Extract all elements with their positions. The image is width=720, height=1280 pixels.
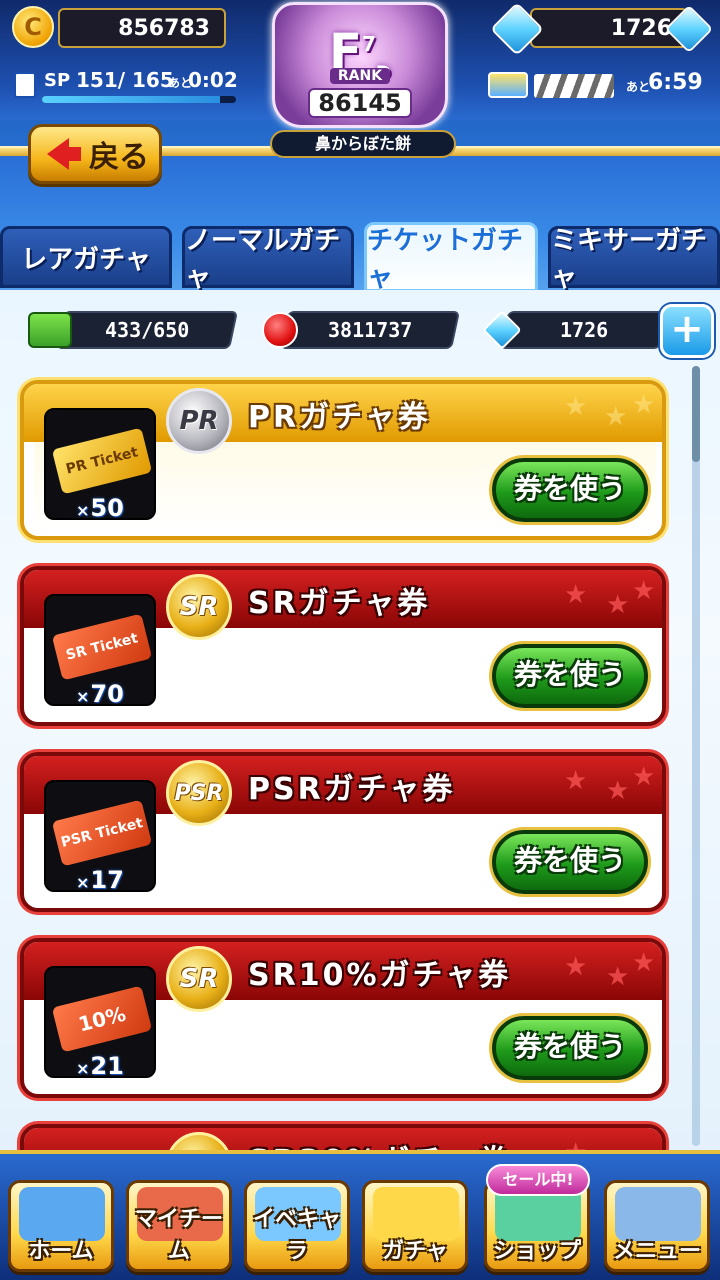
sp-card-icon	[14, 72, 36, 98]
star-icon: ★	[632, 390, 656, 420]
nav-event-character[interactable]: イベキャラ	[244, 1180, 350, 1272]
ticket-thumbnail: PSR Ticket ×17	[44, 780, 156, 894]
sp-label: SP	[44, 70, 71, 91]
tab-ticket-gacha[interactable]: チケットガチャ	[364, 222, 538, 293]
card-title: SR10%ガチャ券	[248, 958, 512, 993]
use-ticket-button[interactable]: 券を使う	[492, 644, 648, 708]
star-icon: ★	[606, 962, 630, 992]
ticket-count: ×70	[76, 680, 124, 708]
sr-rarity-badge: SR	[166, 574, 232, 640]
star-icon: ★	[604, 402, 628, 432]
star-icon: ★	[564, 952, 588, 982]
coin-icon: C	[12, 6, 54, 48]
nav-my-team[interactable]: マイチーム	[126, 1180, 232, 1272]
star-icon: ★	[564, 392, 588, 422]
star-icon: ★	[632, 762, 656, 792]
sr10-ticket-image: 10%	[51, 985, 153, 1053]
left-arrow-icon	[47, 138, 81, 170]
ticket-gauge: あと 6:59	[488, 70, 712, 102]
ticket-card-sr10: ★ ★ ★ SR SR10%ガチャ券 10% ×21 券を使う	[20, 938, 666, 1098]
ticket-count: ×50	[76, 494, 124, 522]
nav-label: イベキャラ	[252, 1207, 341, 1264]
scrollbar-track[interactable]	[692, 366, 700, 1146]
sp-progress-fill	[42, 96, 220, 103]
pr-ticket-image: PR Ticket	[51, 427, 153, 495]
star-icon: ★	[606, 590, 630, 620]
nav-label: ショップ	[492, 1239, 581, 1264]
nav-label: ホーム	[28, 1239, 94, 1264]
ticket-thumbnail: 10% ×21	[44, 966, 156, 1080]
tab-rare-gacha[interactable]: レアガチャ	[0, 226, 172, 288]
card-title: PRガチャ券	[248, 400, 431, 435]
pr-rarity-badge: PR	[166, 388, 232, 454]
plus-icon: +	[670, 306, 704, 352]
sale-badge: セール中!	[486, 1164, 590, 1196]
gem-counter[interactable]: 1726	[530, 8, 688, 48]
nav-label: ガチャ	[382, 1239, 448, 1264]
rank-label: RANK	[330, 68, 390, 84]
nav-label: マイチーム	[134, 1207, 223, 1264]
coin-counter: 856783	[58, 8, 226, 48]
card-title: SRガチャ券	[248, 586, 431, 621]
ticket-card-pr: ★ ★ ★ PR PRガチャ券 PR Ticket ×50 券を使う	[20, 380, 666, 540]
sr-rarity-badge: SR	[166, 946, 232, 1012]
sp-value: 151/ 165	[76, 68, 174, 92]
psr-rarity-badge: PSR	[166, 760, 232, 826]
nav-gacha[interactable]: ガチャ	[362, 1180, 468, 1272]
star-icon: ★	[632, 948, 656, 978]
ticket-thumbnail: PR Ticket ×50	[44, 408, 156, 522]
rank-points: 86145	[308, 88, 412, 118]
chest-counter: 433/650	[55, 311, 239, 349]
use-ticket-button[interactable]: 券を使う	[492, 1016, 648, 1080]
star-icon: ★	[564, 580, 588, 610]
star-icon: ★	[606, 776, 630, 806]
rank-sup: 7	[361, 32, 376, 56]
sp-timer: 0:02	[188, 68, 238, 92]
sp-progress-bar	[42, 96, 236, 103]
tab-normal-gacha[interactable]: ノーマルガチャ	[182, 226, 354, 293]
card-title: PSRガチャ券	[248, 772, 456, 807]
chest-icon	[28, 312, 72, 348]
back-button-label: 戻る	[89, 140, 149, 175]
ticket-timer: 6:59	[648, 70, 703, 95]
add-gems-button[interactable]: +	[660, 304, 714, 358]
ticket-icon	[488, 72, 528, 98]
ticket-card-sr: ★ ★ ★ SR SRガチャ券 SR Ticket ×70 券を使う	[20, 566, 666, 726]
back-button[interactable]: 戻る	[28, 124, 162, 184]
red-ball-counter: 3811737	[279, 311, 461, 349]
ticket-thumbnail: SR Ticket ×70	[44, 594, 156, 708]
nav-label: メニュー	[612, 1239, 701, 1264]
star-icon: ★	[632, 576, 656, 606]
player-name: 鼻からぼた餅	[270, 130, 456, 158]
scrollbar-thumb[interactable]	[692, 366, 700, 462]
ticket-gauge-bar	[534, 74, 614, 98]
star-icon: ★	[564, 766, 588, 796]
psr-ticket-image: PSR Ticket	[51, 799, 153, 867]
use-ticket-button[interactable]: 券を使う	[492, 458, 648, 522]
nav-home[interactable]: ホーム	[8, 1180, 114, 1272]
ticket-count: ×21	[76, 1052, 124, 1080]
sr-ticket-image: SR Ticket	[51, 613, 153, 681]
tab-mixer-gacha[interactable]: ミキサーガチャ	[548, 226, 720, 293]
gem-balance: 1726	[499, 311, 669, 349]
nav-menu[interactable]: メニュー	[604, 1180, 710, 1272]
ticket-remaining-label: あと	[626, 80, 651, 94]
ticket-count: ×17	[76, 866, 124, 894]
ticket-card-psr: ★ ★ ★ PSR PSRガチャ券 PSR Ticket ×17 券を使う	[20, 752, 666, 912]
red-ball-icon	[262, 312, 298, 348]
use-ticket-button[interactable]: 券を使う	[492, 830, 648, 894]
